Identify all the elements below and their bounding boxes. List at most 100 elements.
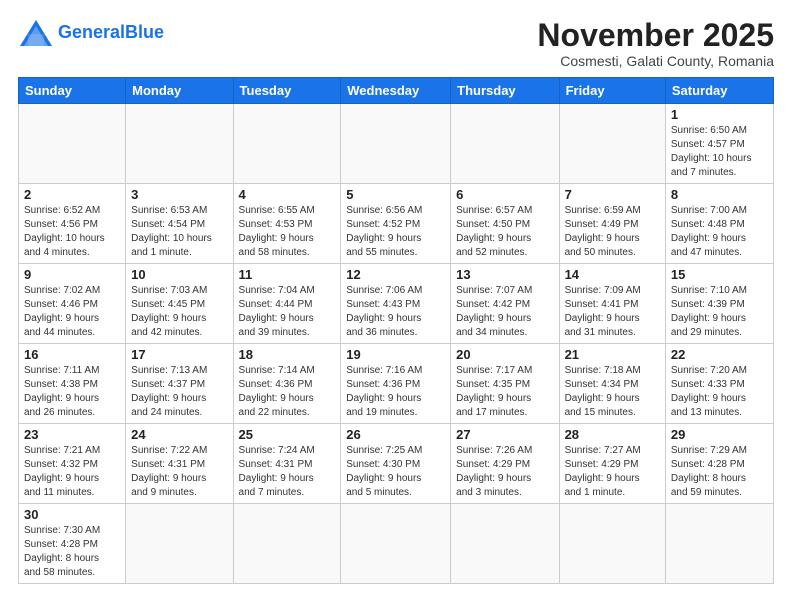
day-info: Sunrise: 7:16 AMSunset: 4:36 PMDaylight:… (346, 364, 445, 420)
logo-icon (18, 18, 54, 48)
day-info: Sunrise: 6:52 AMSunset: 4:56 PMDaylight:… (24, 204, 120, 260)
day-info: Sunrise: 7:09 AMSunset: 4:41 PMDaylight:… (565, 284, 660, 340)
calendar-day-cell: 9 Sunrise: 7:02 AMSunset: 4:46 PMDaylight… (19, 264, 126, 344)
day-number: 19 (346, 347, 445, 362)
calendar-day-cell: 18Sunrise: 7:14 AMSunset: 4:36 PMDayligh… (233, 344, 341, 424)
subtitle: Cosmesti, Galati County, Romania (537, 53, 774, 69)
day-number: 25 (239, 427, 336, 442)
calendar-day-cell: 27Sunrise: 7:26 AMSunset: 4:29 PMDayligh… (451, 424, 559, 504)
calendar-day-cell (451, 504, 559, 584)
day-info: Sunrise: 7:25 AMSunset: 4:30 PMDaylight:… (346, 444, 445, 500)
calendar-day-cell (559, 504, 665, 584)
weekday-header-monday: Monday (126, 78, 233, 104)
calendar-day-cell (126, 104, 233, 184)
day-number: 5 (346, 187, 445, 202)
calendar-day-cell: 20Sunrise: 7:17 AMSunset: 4:35 PMDayligh… (451, 344, 559, 424)
day-info: Sunrise: 7:04 AMSunset: 4:44 PMDaylight:… (239, 284, 336, 340)
weekday-header-tuesday: Tuesday (233, 78, 341, 104)
day-number: 10 (131, 267, 227, 282)
calendar-day-cell: 13 Sunrise: 7:07 AMSunset: 4:42 PMDayligh… (451, 264, 559, 344)
calendar-day-cell: 30 Sunrise: 7:30 AMSunset: 4:28 PMDayligh… (19, 504, 126, 584)
day-info: Sunrise: 7:02 AMSunset: 4:46 PMDaylight:… (24, 284, 120, 340)
calendar-day-cell: 17 Sunrise: 7:13 AMSunset: 4:37 PMDayligh… (126, 344, 233, 424)
day-number: 21 (565, 347, 660, 362)
calendar-day-cell: 6Sunrise: 6:57 AMSunset: 4:50 PMDaylight… (451, 184, 559, 264)
weekday-header-sunday: Sunday (19, 78, 126, 104)
day-number: 28 (565, 427, 660, 442)
day-info: Sunrise: 7:17 AMSunset: 4:35 PMDaylight:… (456, 364, 553, 420)
weekday-header-thursday: Thursday (451, 78, 559, 104)
day-number: 12 (346, 267, 445, 282)
title-block: November 2025 Cosmesti, Galati County, R… (537, 18, 774, 69)
day-number: 29 (671, 427, 768, 442)
logo-general: General (58, 22, 125, 42)
day-info: Sunrise: 7:29 AMSunset: 4:28 PMDaylight:… (671, 444, 768, 500)
calendar-week-row: 23Sunrise: 7:21 AMSunset: 4:32 PMDayligh… (19, 424, 774, 504)
calendar-header: SundayMondayTuesdayWednesdayThursdayFrid… (19, 78, 774, 104)
day-number: 2 (24, 187, 120, 202)
logo-wordmark: GeneralBlue (58, 23, 164, 43)
calendar-day-cell: 21Sunrise: 7:18 AMSunset: 4:34 PMDayligh… (559, 344, 665, 424)
day-number: 17 (131, 347, 227, 362)
day-info: Sunrise: 7:10 AMSunset: 4:39 PMDaylight:… (671, 284, 768, 340)
logo-text: GeneralBlue (58, 22, 164, 42)
day-info: Sunrise: 7:11 AMSunset: 4:38 PMDaylight:… (24, 364, 120, 420)
weekday-header-saturday: Saturday (665, 78, 773, 104)
calendar-table: SundayMondayTuesdayWednesdayThursdayFrid… (18, 77, 774, 584)
weekday-header-friday: Friday (559, 78, 665, 104)
calendar-day-cell (341, 504, 451, 584)
calendar-body: 1 Sunrise: 6:50 AMSunset: 4:57 PMDaylight… (19, 104, 774, 584)
calendar-day-cell: 5 Sunrise: 6:56 AMSunset: 4:52 PMDaylight… (341, 184, 451, 264)
day-number: 15 (671, 267, 768, 282)
header: GeneralBlue November 2025 Cosmesti, Gala… (18, 18, 774, 69)
day-info: Sunrise: 7:03 AMSunset: 4:45 PMDaylight:… (131, 284, 227, 340)
calendar-day-cell: 11 Sunrise: 7:04 AMSunset: 4:44 PMDayligh… (233, 264, 341, 344)
logo-blue: Blue (125, 22, 164, 42)
day-info: Sunrise: 7:27 AMSunset: 4:29 PMDaylight:… (565, 444, 660, 500)
page: GeneralBlue November 2025 Cosmesti, Gala… (0, 0, 792, 612)
calendar-day-cell: 1 Sunrise: 6:50 AMSunset: 4:57 PMDaylight… (665, 104, 773, 184)
calendar-day-cell: 4Sunrise: 6:55 AMSunset: 4:53 PMDaylight… (233, 184, 341, 264)
day-number: 11 (239, 267, 336, 282)
day-info: Sunrise: 6:59 AMSunset: 4:49 PMDaylight:… (565, 204, 660, 260)
calendar-day-cell: 14 Sunrise: 7:09 AMSunset: 4:41 PMDayligh… (559, 264, 665, 344)
day-info: Sunrise: 7:00 AMSunset: 4:48 PMDaylight:… (671, 204, 768, 260)
day-number: 4 (239, 187, 336, 202)
day-info: Sunrise: 6:57 AMSunset: 4:50 PMDaylight:… (456, 204, 553, 260)
day-info: Sunrise: 7:13 AMSunset: 4:37 PMDaylight:… (131, 364, 227, 420)
calendar-day-cell: 22Sunrise: 7:20 AMSunset: 4:33 PMDayligh… (665, 344, 773, 424)
day-info: Sunrise: 6:50 AMSunset: 4:57 PMDaylight:… (671, 124, 768, 180)
day-number: 1 (671, 107, 768, 122)
calendar-day-cell (559, 104, 665, 184)
calendar-day-cell (341, 104, 451, 184)
calendar-day-cell (665, 504, 773, 584)
calendar-day-cell (233, 104, 341, 184)
day-number: 27 (456, 427, 553, 442)
month-title: November 2025 (537, 18, 774, 53)
day-number: 3 (131, 187, 227, 202)
day-number: 14 (565, 267, 660, 282)
calendar-day-cell: 23Sunrise: 7:21 AMSunset: 4:32 PMDayligh… (19, 424, 126, 504)
day-info: Sunrise: 7:24 AMSunset: 4:31 PMDaylight:… (239, 444, 336, 500)
day-info: Sunrise: 7:30 AMSunset: 4:28 PMDaylight:… (24, 524, 120, 580)
calendar-day-cell: 28 Sunrise: 7:27 AMSunset: 4:29 PMDayligh… (559, 424, 665, 504)
day-number: 9 (24, 267, 120, 282)
day-info: Sunrise: 6:53 AMSunset: 4:54 PMDaylight:… (131, 204, 227, 260)
day-number: 13 (456, 267, 553, 282)
calendar-week-row: 1 Sunrise: 6:50 AMSunset: 4:57 PMDaylight… (19, 104, 774, 184)
calendar-day-cell: 12Sunrise: 7:06 AMSunset: 4:43 PMDayligh… (341, 264, 451, 344)
day-info: Sunrise: 6:56 AMSunset: 4:52 PMDaylight:… (346, 204, 445, 260)
logo: GeneralBlue (18, 18, 164, 48)
day-number: 22 (671, 347, 768, 362)
day-number: 24 (131, 427, 227, 442)
calendar-day-cell: 15 Sunrise: 7:10 AMSunset: 4:39 PMDayligh… (665, 264, 773, 344)
day-number: 18 (239, 347, 336, 362)
weekday-header-row: SundayMondayTuesdayWednesdayThursdayFrid… (19, 78, 774, 104)
day-number: 7 (565, 187, 660, 202)
calendar-day-cell (126, 504, 233, 584)
day-info: Sunrise: 7:07 AMSunset: 4:42 PMDaylight:… (456, 284, 553, 340)
day-number: 30 (24, 507, 120, 522)
calendar-day-cell: 8Sunrise: 7:00 AMSunset: 4:48 PMDaylight… (665, 184, 773, 264)
calendar-week-row: 30 Sunrise: 7:30 AMSunset: 4:28 PMDayligh… (19, 504, 774, 584)
calendar-day-cell: 24Sunrise: 7:22 AMSunset: 4:31 PMDayligh… (126, 424, 233, 504)
